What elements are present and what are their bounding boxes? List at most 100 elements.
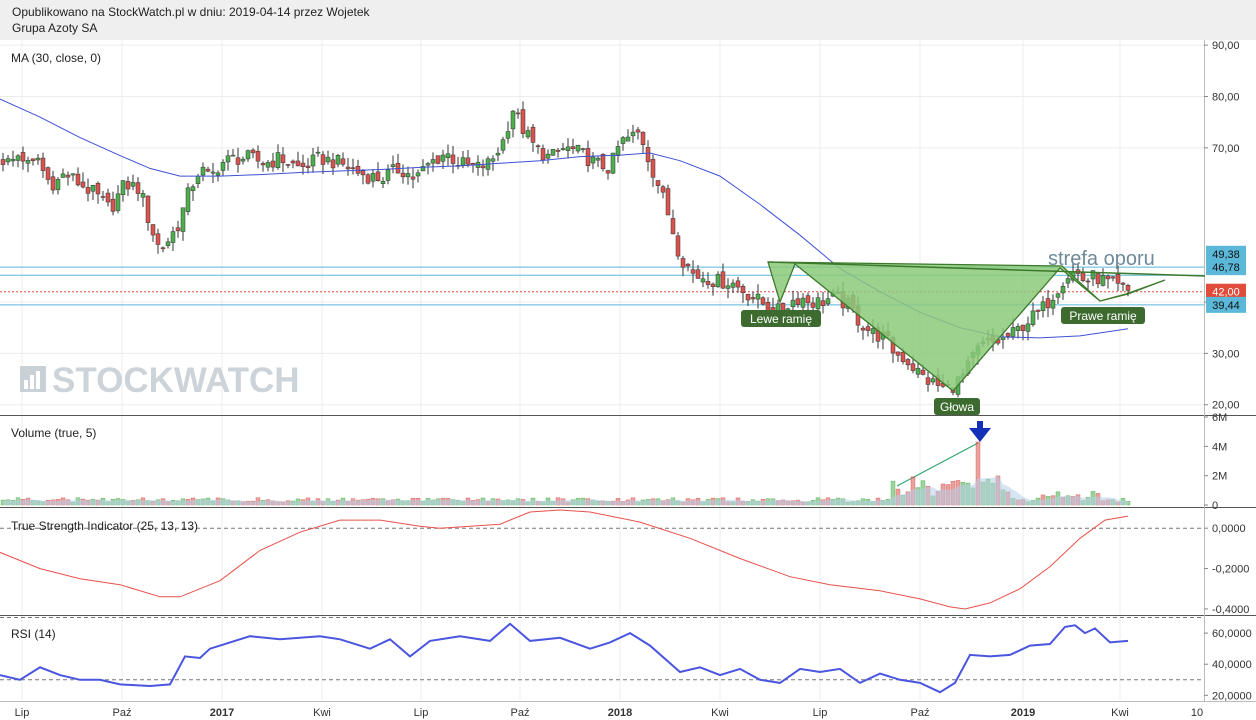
candle-body	[760, 297, 766, 305]
candle-body	[555, 149, 561, 152]
y-axis-tick-label: 0,0000	[1212, 523, 1246, 535]
candle-body	[630, 131, 636, 137]
left-shoulder-label: Lewe ramię	[750, 312, 812, 326]
x-axis-label: Kwi	[313, 707, 331, 719]
candle-body	[700, 278, 706, 283]
y-axis: 20,0030,0040,0070,0080,0090,0002M4M6M0,0…	[1204, 40, 1252, 702]
stock-chart[interactable]: STOCKWATCH strefa oporu Lewe ramię Głowa…	[0, 40, 1256, 720]
candle-body	[585, 148, 591, 166]
candle-body	[0, 159, 6, 165]
candle-body	[590, 156, 596, 164]
candle-body	[360, 170, 366, 176]
candle-body	[625, 136, 631, 142]
candle-body	[805, 295, 811, 304]
candle-body	[175, 227, 181, 232]
volume-indicator-label: Volume (true, 5)	[11, 426, 96, 440]
x-axis-label: Kwi	[1111, 707, 1129, 719]
candle-body	[715, 274, 721, 288]
x-axis-label: Paź	[113, 707, 132, 719]
candle-body	[525, 130, 531, 138]
candle-body	[1055, 293, 1061, 298]
candle-body	[695, 269, 701, 279]
candle-body	[350, 167, 356, 169]
candle-body	[1095, 273, 1101, 285]
candle-body	[765, 302, 771, 311]
y-axis-tick-label: 40,0000	[1212, 659, 1252, 671]
candle-body	[310, 154, 316, 167]
candle-body	[690, 269, 696, 274]
candle-body	[920, 369, 926, 375]
candle-body	[440, 154, 446, 162]
price-markers: 49,3846,7842,0039,44	[1206, 245, 1246, 313]
candle-body	[510, 110, 516, 130]
x-axis-label: Paź	[511, 707, 530, 719]
candle-body	[410, 176, 416, 180]
candle-body	[705, 281, 711, 285]
candle-body	[380, 180, 386, 184]
candle-body	[905, 359, 911, 366]
candle-body	[505, 131, 511, 139]
candle-body	[265, 162, 271, 168]
candle-body	[315, 151, 321, 154]
x-axis-label: Lip	[15, 707, 30, 719]
candle-body	[135, 182, 141, 194]
candle-body	[300, 162, 306, 167]
candle-body	[230, 154, 236, 157]
instrument-name: Grupa Azoty SA	[12, 21, 98, 35]
candle-body	[185, 187, 191, 212]
candle-body	[900, 351, 906, 362]
candle-body	[80, 181, 86, 188]
y-axis-tick-label: 20,0000	[1212, 690, 1252, 702]
candle-body	[40, 157, 46, 171]
candle-body	[685, 263, 691, 267]
candle-body	[90, 184, 96, 192]
candle-body	[740, 286, 746, 294]
y-axis-tick-label: 70,00	[1212, 143, 1240, 155]
candle-body	[755, 293, 761, 300]
candle-body	[325, 156, 331, 163]
candle-body	[125, 181, 131, 190]
candle-body	[345, 166, 351, 170]
y-axis-tick-label: -0,2000	[1212, 564, 1249, 576]
candle-body	[210, 171, 216, 174]
candle-body	[1040, 301, 1046, 312]
candle-body	[1010, 327, 1016, 337]
price-marker-label: 39,44	[1212, 300, 1240, 312]
candle-body	[85, 187, 91, 194]
candle-body	[65, 174, 71, 178]
candle-body	[1120, 282, 1126, 285]
candle-body	[750, 297, 756, 300]
candle-body	[110, 198, 116, 212]
x-axis-label: Paź	[911, 707, 930, 719]
candle-body	[545, 153, 551, 159]
y-axis-tick-label: 2M	[1212, 471, 1227, 483]
candle-body	[490, 158, 496, 162]
stockwatch-logo: STOCKWATCH	[20, 361, 300, 400]
candle-body	[20, 152, 26, 162]
candle-body	[215, 172, 221, 176]
y-axis-tick-label: 30,00	[1212, 348, 1240, 360]
candle-body	[10, 158, 16, 162]
chart-header: Opublikowano na StockWatch.pl w dniu: 20…	[0, 0, 1256, 40]
candle-body	[250, 149, 256, 154]
candle-body	[570, 146, 576, 150]
candle-body	[930, 378, 936, 383]
right-shoulder-tag: Prawe ramię	[1061, 307, 1145, 324]
x-axis-label: Kwi	[711, 707, 729, 719]
tsi-indicator-label: True Strength Indicator (25, 13, 13)	[11, 519, 198, 533]
candle-body	[515, 112, 521, 115]
candle-body	[240, 158, 246, 162]
left-shoulder-tag: Lewe ramię	[741, 310, 821, 327]
candle-body	[365, 174, 371, 184]
candle-body	[495, 152, 501, 156]
candle-body	[15, 155, 21, 161]
x-axis-label: 10	[1191, 707, 1203, 719]
candle-body	[680, 258, 686, 268]
candle-body	[60, 173, 66, 178]
x-axis-label: 2018	[608, 707, 632, 719]
y-axis-tick-label: 6M	[1212, 412, 1227, 424]
candle-body	[575, 144, 581, 152]
candle-body	[610, 152, 616, 174]
pattern-shape	[767, 261, 1166, 392]
candle-body	[130, 182, 136, 187]
